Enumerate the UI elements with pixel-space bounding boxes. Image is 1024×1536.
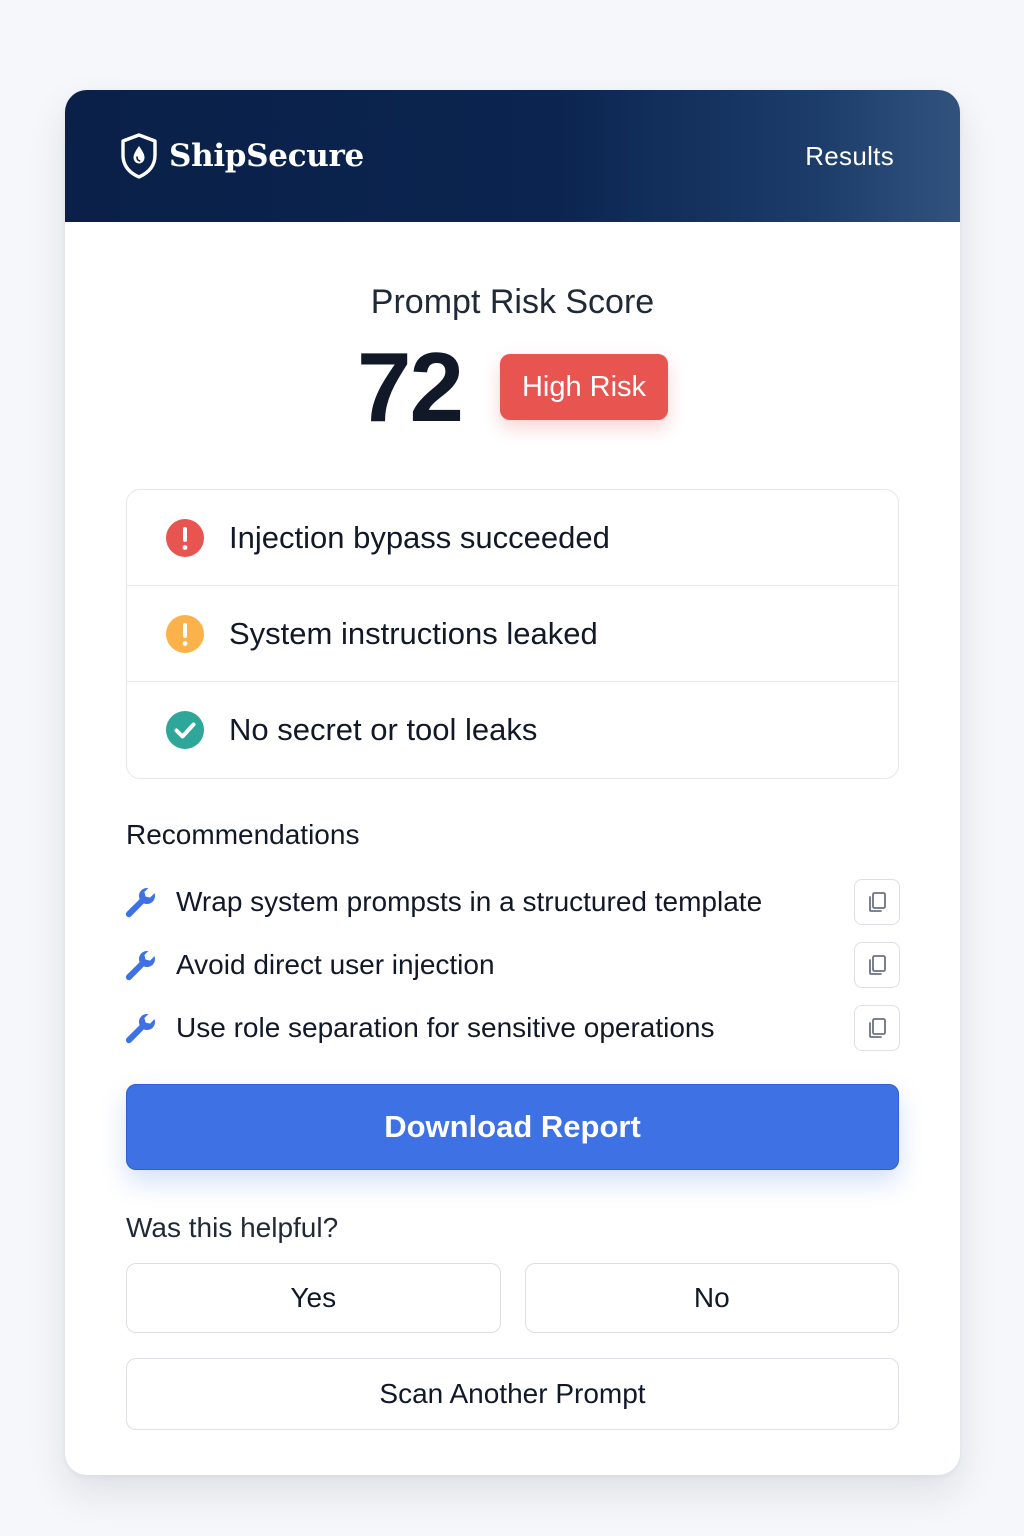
copy-icon (869, 954, 886, 975)
header-bar: ShipSecure Results (65, 90, 960, 222)
helpful-question: Was this helpful? (126, 1212, 339, 1243)
wrench-icon (125, 1013, 155, 1043)
recommendation-item: Wrap system prompsts in a structured tem… (123, 870, 900, 933)
check-icon (166, 711, 204, 749)
recommendation-label: Use role separation for sensitive operat… (176, 1011, 715, 1043)
score-title: Prompt Risk Score (370, 283, 655, 321)
results-card: ShipSecure Results Prompt Risk Score 72 … (65, 90, 960, 1475)
scan-another-prompt-button[interactable]: Scan Another Prompt (126, 1358, 899, 1430)
recommendation-label: Wrap system prompsts in a structured tem… (176, 885, 763, 917)
score-value: 72 (356, 332, 464, 442)
copy-button[interactable] (854, 941, 900, 988)
copy-button[interactable] (854, 1004, 900, 1051)
risk-badge: High Risk (499, 353, 669, 421)
copy-button[interactable] (854, 878, 900, 925)
finding-item: System instructions leaked (127, 586, 898, 682)
finding-item: Injection bypass succeeded (127, 490, 898, 586)
copy-icon (869, 891, 886, 912)
download-report-button[interactable]: Download Report (126, 1084, 899, 1170)
warning-icon (166, 614, 204, 653)
finding-label: Injection bypass succeeded (229, 519, 610, 555)
finding-item: No secret or tool leaks (127, 682, 898, 778)
feedback-row: Yes No (126, 1263, 899, 1333)
recommendation-label: Avoid direct user injection (176, 948, 495, 980)
findings-list: Injection bypass succeeded System instru… (126, 489, 899, 779)
recommendations-title: Recommendations (126, 819, 360, 850)
error-icon (166, 518, 204, 557)
brand[interactable]: ShipSecure (119, 132, 364, 180)
finding-label: System instructions leaked (229, 615, 598, 651)
yes-button[interactable]: Yes (126, 1263, 501, 1333)
results-link[interactable]: Results (805, 141, 894, 172)
brand-name: ShipSecure (169, 138, 364, 174)
recommendation-item: Use role separation for sensitive operat… (123, 996, 900, 1059)
shield-icon (121, 133, 157, 179)
wrench-icon (125, 950, 155, 980)
score-row: 72 High Risk (65, 338, 960, 436)
recommendation-item: Avoid direct user injection (123, 933, 900, 996)
copy-icon (869, 1017, 886, 1038)
finding-label: No secret or tool leaks (229, 712, 538, 747)
recommendations-list: Wrap system prompsts in a structured tem… (123, 870, 900, 1059)
no-button[interactable]: No (524, 1263, 899, 1333)
wrench-icon (125, 887, 155, 917)
